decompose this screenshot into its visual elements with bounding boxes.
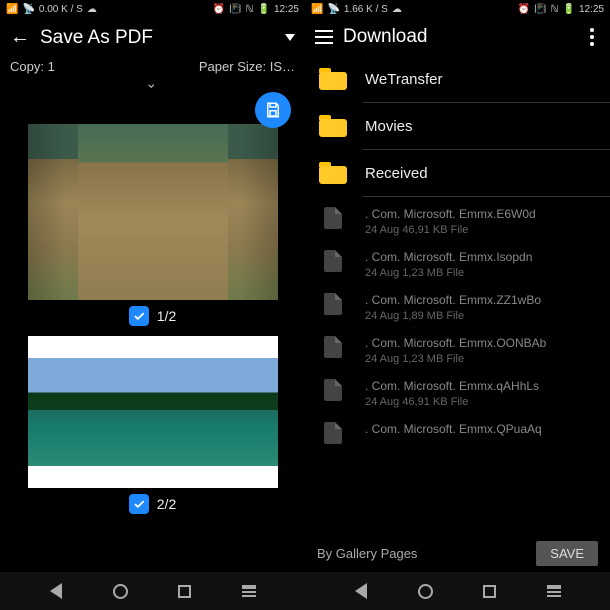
more-menu-icon[interactable] [584,26,600,48]
nav-back-button[interactable] [352,582,370,600]
file-icon [324,422,342,444]
wifi-icon: 📡 [22,4,34,15]
expand-chevron-icon[interactable]: › [144,84,160,89]
system-nav-bar [0,572,610,610]
battery-icon: 🔋 [258,4,270,15]
page-1-checkbox[interactable] [129,306,149,326]
status-bar-right: 📶 📡 1.66 K / S ☁ ⏰ 📳 ℕ 🔋 12:25 [305,0,610,18]
save-button[interactable]: SAVE [536,541,598,566]
folder-label: Movies [365,118,413,135]
right-pane: 📶 📡 1.66 K / S ☁ ⏰ 📳 ℕ 🔋 12:25 Download [305,0,610,572]
file-icon [324,207,342,229]
file-icon [324,293,342,315]
page-indicator-1: 1/2 [0,306,305,326]
check-icon [132,309,146,323]
cloud-icon: ☁ [87,4,97,15]
file-item[interactable]: . Com. Microsoft. Emmx.E6W0d24 Aug 46,91… [305,197,610,240]
file-icon [324,379,342,401]
back-arrow-icon[interactable]: ← [10,26,30,49]
folder-icon [319,68,347,90]
wifi-icon: 📡 [327,4,339,15]
preview-page-1[interactable] [28,124,278,300]
folder-icon [319,115,347,137]
page-counter: 1/2 [157,308,176,324]
nav-home-button[interactable] [111,582,129,600]
print-options-bar: Copy: 1 Paper Size: IS… [0,57,305,78]
preview-page-2[interactable] [28,336,278,488]
signal-icon: 📶 [311,4,323,15]
bottom-action-bar: By Gallery Pages SAVE [305,535,610,572]
clock: 12:25 [274,4,299,15]
file-item[interactable]: . Com. Microsoft. Emmx.OONBAb24 Aug 1,23… [305,326,610,369]
check-icon [132,497,146,511]
page-title: Download [343,26,428,48]
app-bar-right: Download [305,18,610,56]
folder-item[interactable]: Movies [305,103,610,141]
file-icon [324,250,342,272]
save-icon [264,101,282,119]
source-label: By Gallery Pages [317,546,417,561]
save-pdf-fab[interactable] [255,92,291,128]
nav-recent-button[interactable] [481,582,499,600]
net-speed: 1.66 K / S [344,4,388,15]
cloud-icon: ☁ [392,4,402,15]
page-2-checkbox[interactable] [129,494,149,514]
app-bar-left: ← Save As PDF [0,18,305,57]
vibrate-icon: 📳 [534,4,546,15]
nfc-icon: ℕ [551,4,559,15]
paper-size[interactable]: Paper Size: IS… [199,59,295,74]
left-pane: 📶 📡 0.00 K / S ☁ ⏰ 📳 ℕ 🔋 12:25 ← Save As… [0,0,305,572]
nav-drawer-button[interactable] [545,582,563,600]
folder-item[interactable]: WeTransfer [305,56,610,94]
nav-home-button[interactable] [416,582,434,600]
folder-item[interactable]: Received [305,150,610,188]
page-counter: 2/2 [157,496,176,512]
nav-drawer-button[interactable] [240,582,258,600]
status-bar-left: 📶 📡 0.00 K / S ☁ ⏰ 📳 ℕ 🔋 12:25 [0,0,305,18]
file-item[interactable]: . Com. Microsoft. Emmx.Isopdn24 Aug 1,23… [305,240,610,283]
vibrate-icon: 📳 [229,4,241,15]
file-icon [324,336,342,358]
folder-icon [319,162,347,184]
net-speed: 0.00 K / S [39,4,83,15]
alarm-icon: ⏰ [213,4,225,15]
folder-label: Received [365,165,428,182]
alarm-icon: ⏰ [518,4,530,15]
page-previews: 1/2 2/2 [0,98,305,572]
folder-label: WeTransfer [365,71,443,88]
dropdown-icon[interactable] [285,34,295,41]
file-list: WeTransfer Movies Received . Com. Micros… [305,56,610,535]
battery-icon: 🔋 [563,4,575,15]
copy-count[interactable]: Copy: 1 [10,59,55,74]
nfc-icon: ℕ [246,4,254,15]
hamburger-icon[interactable] [315,30,333,44]
nav-back-button[interactable] [47,582,65,600]
page-indicator-2: 2/2 [0,494,305,514]
file-item[interactable]: . Com. Microsoft. Emmx.QPuaAq [305,412,610,448]
clock: 12:25 [579,4,604,15]
nav-recent-button[interactable] [176,582,194,600]
signal-icon: 📶 [6,4,18,15]
page-title: Save As PDF [40,27,153,49]
file-item[interactable]: . Com. Microsoft. Emmx.qAHhLs24 Aug 46,9… [305,369,610,412]
file-item[interactable]: . Com. Microsoft. Emmx.ZZ1wBo24 Aug 1,89… [305,283,610,326]
